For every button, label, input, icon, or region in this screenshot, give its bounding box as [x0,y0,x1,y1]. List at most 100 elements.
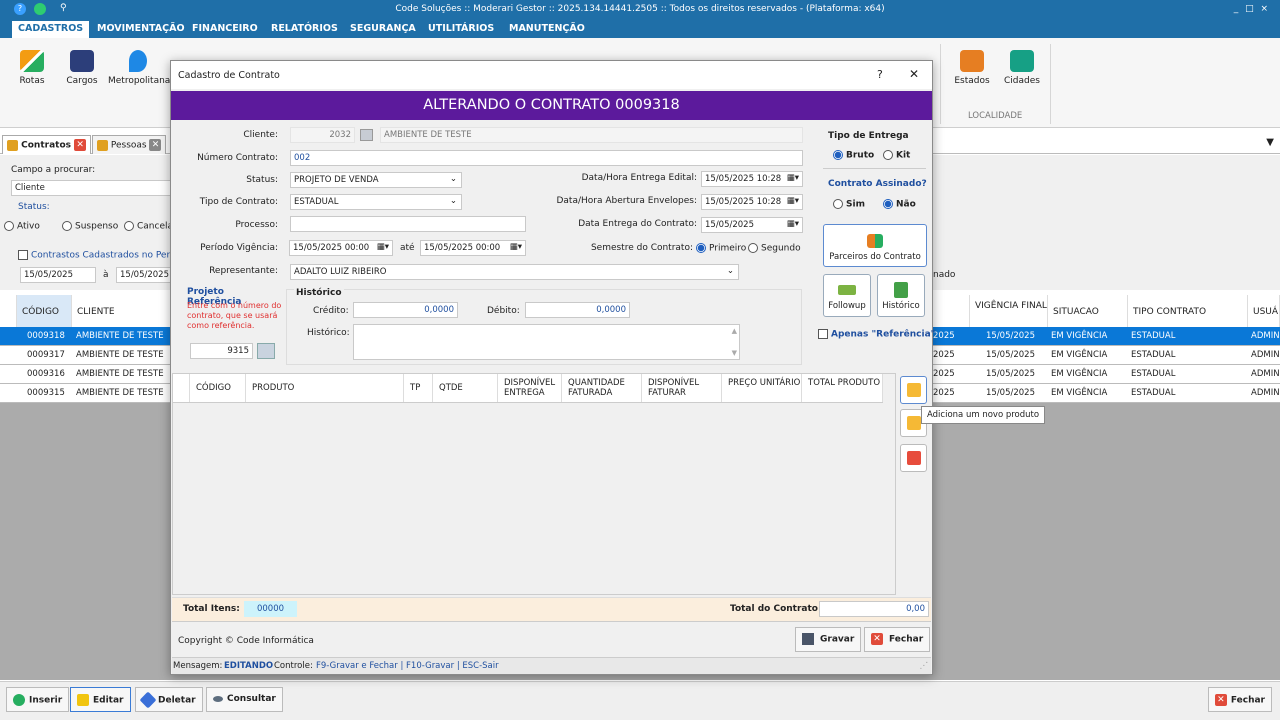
products-header-disponivel-faturar[interactable]: DISPONÍVEL FATURAR [642,374,722,402]
cell-vigencia-final: 15/05/2025 [986,331,1035,341]
status-cancelado-radio[interactable]: Cancela [124,221,173,232]
grid-header-vigencia-final[interactable]: VIGÊNCIA FINAL [970,295,1048,327]
historico-button[interactable]: Histórico [877,274,925,317]
dialog-fechar-label: Fechar [889,634,924,645]
sim-radio[interactable]: Sim [833,199,865,210]
periodo-to-input[interactable]: 15/05/2025 00:00 ▦▾ [420,240,526,256]
menu-manutencao[interactable]: MANUTENÇÃO [509,23,585,34]
numero-contrato-input[interactable]: 002 [290,150,803,166]
grid-header-situacao[interactable]: SITUACAO [1048,295,1128,327]
calendar-icon[interactable]: ▦▾ [787,196,799,206]
envelopes-input[interactable]: 15/05/2025 10:28 ▦▾ [701,194,803,210]
calendar-icon[interactable]: ▦▾ [510,242,522,252]
delete-product-button[interactable] [900,444,927,472]
products-header-qtde[interactable]: QTDE [433,374,498,402]
dialog-footer: Copyright © Code Informática Gravar ✕ Fec… [172,621,931,656]
kit-radio[interactable]: Kit [883,150,910,161]
date-to-label: à [103,270,109,280]
apenas-referencia-checkbox[interactable]: Apenas "Referência" [818,329,935,340]
resize-grip-icon[interactable]: ⋰ [920,661,929,671]
projeto-referencia-input[interactable]: 9315 [190,343,253,359]
nao-radio[interactable]: Não [883,199,916,210]
status-select[interactable]: PROJETO DE VENDA ⌄ [290,172,462,188]
dialog-fechar-button[interactable]: ✕ Fechar [864,627,931,652]
periodo-from-input[interactable]: 15/05/2025 00:00 ▦▾ [289,240,393,256]
grid-header-cliente[interactable]: CLIENTE [72,295,172,327]
close-icon[interactable]: ✕ [74,139,87,151]
products-header-disponivel-entrega[interactable]: DISPONÍVEL ENTREGA [498,374,562,402]
period-checkbox[interactable]: Contrastos Cadastrados no Período [18,250,189,261]
historico-textarea[interactable]: ▲ ▼ [353,324,740,360]
menu-seguranca[interactable]: SEGURANÇA [350,23,416,34]
grid-header-tipo-contrato[interactable]: TIPO CONTRATO [1128,295,1248,327]
bruto-radio[interactable]: Bruto [833,150,874,161]
followup-button[interactable]: Followup [823,274,871,317]
ribbon-estados-button[interactable]: Estados [952,50,992,86]
status-suspenso-radio[interactable]: Suspenso [62,221,118,232]
parceiros-button[interactable]: Parceiros do Contrato [823,224,927,267]
products-header-codigo[interactable]: CÓDIGO [190,374,246,402]
credito-input[interactable]: 0,0000 [353,302,458,318]
processo-input[interactable] [290,216,526,232]
grid-header-previous[interactable] [933,295,970,327]
grid-header-codigo[interactable]: CÓDIGO [17,295,72,327]
ribbon-rotas-button[interactable]: Rotas [12,50,52,86]
edital-input[interactable]: 15/05/2025 10:28 ▦▾ [701,171,803,187]
products-header-total-produto[interactable]: TOTAL PRODUTO [802,374,883,402]
lookup-icon[interactable] [360,129,373,141]
eraser-icon [139,691,157,709]
tipo-contrato-select[interactable]: ESTADUAL ⌄ [290,194,462,210]
ribbon-cidades-button[interactable]: Cidades [1002,50,1042,86]
cliente-code-input[interactable]: 2032 [290,127,355,143]
editar-button[interactable]: Editar [70,687,131,712]
scroll-up-icon[interactable]: ▲ [732,327,737,335]
tab-pessoas[interactable]: Pessoas ✕ [92,135,167,154]
inserir-button[interactable]: Inserir [6,687,70,712]
products-header-tp[interactable]: TP [404,374,433,402]
menu-relatorios[interactable]: RELATÓRIOS [271,23,338,34]
menu-financeiro[interactable]: FINANCEIRO [192,23,258,34]
grid-header-usuario[interactable]: USUÁ [1248,295,1280,327]
help-button[interactable]: ? [877,68,883,81]
status-ativo-radio[interactable]: Ativo [4,221,40,232]
tabs-dropdown-icon[interactable]: ▼ [1266,137,1274,148]
scroll-down-icon[interactable]: ▼ [732,349,737,357]
lookup-icon[interactable] [257,343,275,359]
ribbon-cargos-button[interactable]: Cargos [62,50,102,86]
semestre-primeiro-radio[interactable]: Primeiro [696,243,746,254]
menu-cadastros[interactable]: CADASTROS [12,21,90,38]
ribbon-metropolitana-button[interactable]: Metropolitana [108,50,170,86]
close-icon[interactable]: ✕ [149,139,162,151]
representante-select[interactable]: ADALTO LUIZ RIBEIRO ⌄ [290,264,739,280]
bottom-toolbar: Inserir Editar Deletar Consultar ✕ Fechar [0,681,1280,720]
debito-input[interactable]: 0,0000 [525,302,630,318]
semestre-segundo-radio[interactable]: Segundo [748,243,801,254]
cell-vigencia-final: 15/05/2025 [986,369,1035,379]
date-to-input[interactable]: 15/05/2025 [116,267,172,283]
dialog-close-button[interactable]: ✕ [909,67,919,81]
products-header-preco-unitario[interactable]: PREÇO UNITÁRIO [722,374,802,402]
calendar-icon[interactable]: ▦▾ [377,242,389,252]
mensagem-value: EDITANDO [224,661,274,671]
entrega-contrato-input[interactable]: 15/05/2025 ▦▾ [701,217,803,233]
tab-contratos[interactable]: Contratos ✕ [2,135,92,154]
numero-contrato-label: Número Contrato: [197,153,278,163]
calendar-icon[interactable]: ▦▾ [787,219,799,229]
date-from-input[interactable]: 15/05/2025 [20,267,96,283]
window-controls[interactable]: _ □ × [1234,4,1270,14]
contrato-assinado-title: Contrato Assinado? [828,179,927,189]
cell-tipo-contrato: ESTADUAL [1131,369,1176,379]
search-field-select[interactable]: Cliente [11,180,171,196]
search-button-fragment[interactable]: nado [933,270,955,280]
products-header-produto[interactable]: PRODUTO [246,374,404,402]
add-product-button[interactable] [900,376,927,404]
products-header-quantidade-faturada[interactable]: QUANTIDADE FATURADA [562,374,642,402]
consultar-button[interactable]: Consultar [206,687,283,712]
menu-utilitarios[interactable]: UTILITÁRIOS [428,23,494,34]
menu-movimentacao[interactable]: MOVIMENTAÇÃO [97,23,185,34]
calendar-icon[interactable]: ▦▾ [787,173,799,183]
gravar-button[interactable]: Gravar [795,627,862,652]
deletar-button[interactable]: Deletar [135,687,203,712]
cell-usuario: ADMIN [1251,388,1280,398]
fechar-button[interactable]: ✕ Fechar [1207,687,1272,712]
